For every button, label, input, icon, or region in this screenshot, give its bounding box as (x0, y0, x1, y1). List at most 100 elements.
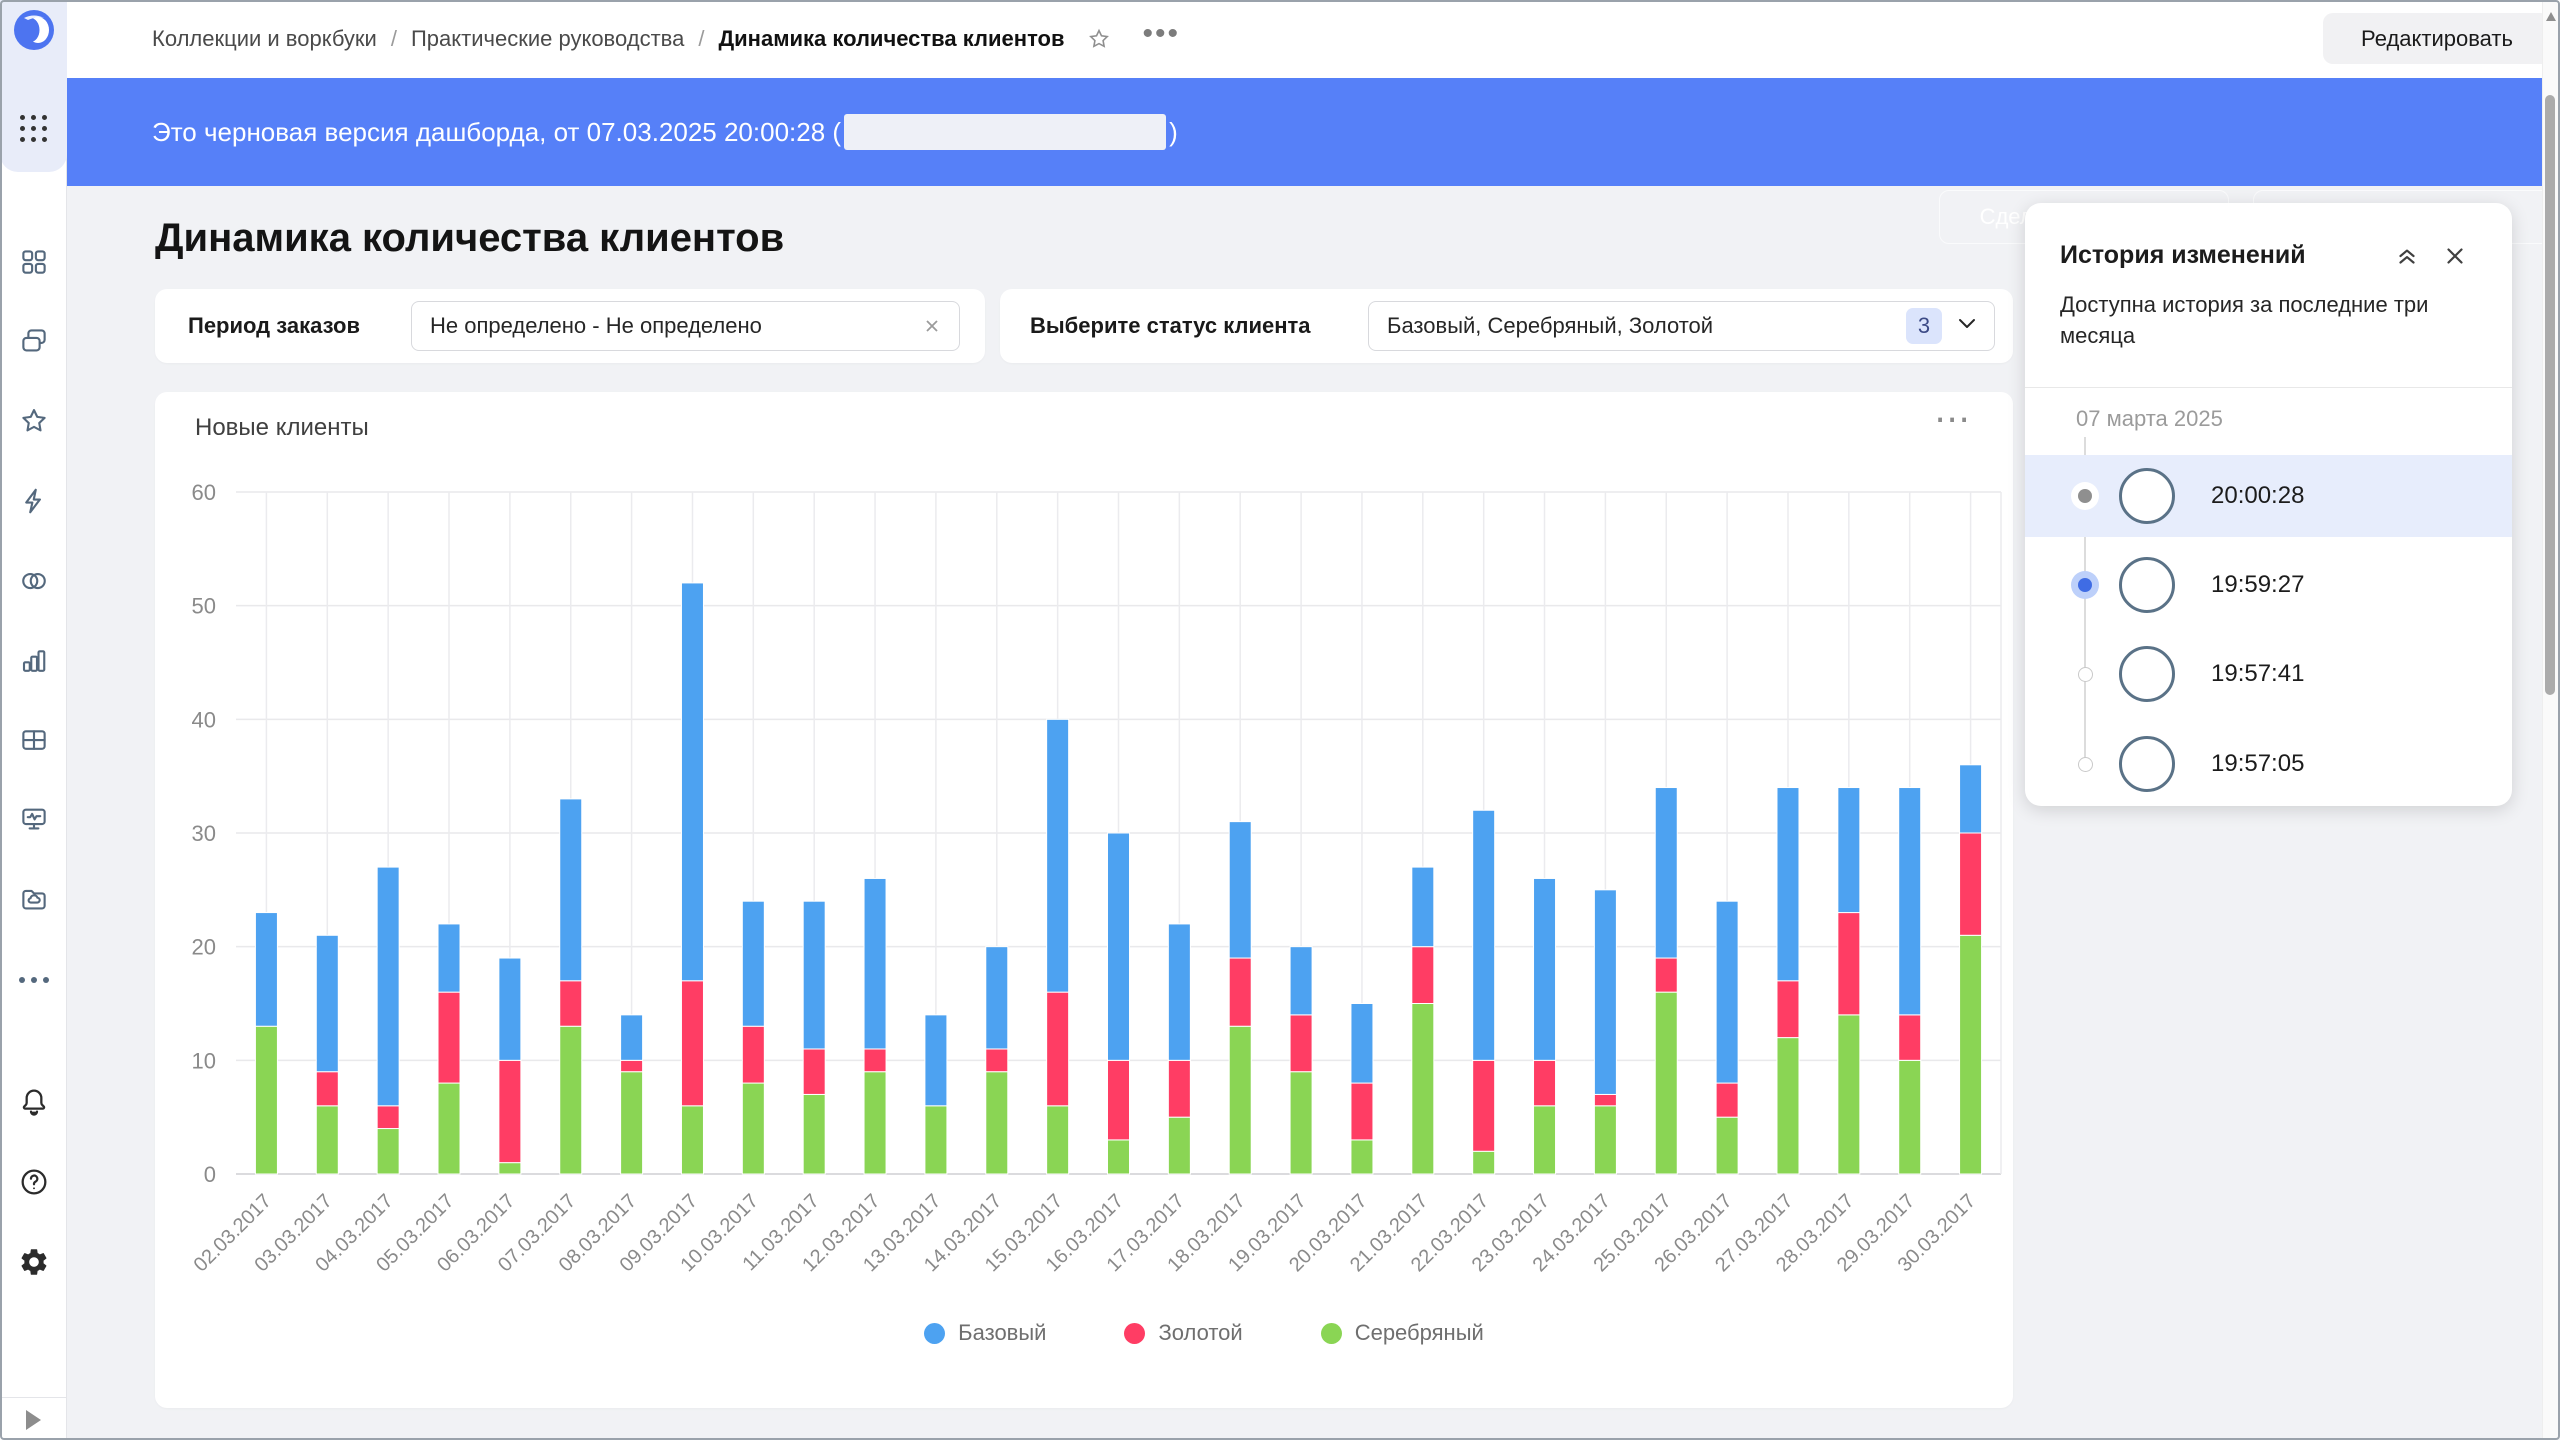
sidebar-item-workbooks[interactable] (0, 318, 67, 364)
settings-button[interactable] (0, 1239, 67, 1285)
period-filter-value: Не определено - Не определено (412, 313, 921, 339)
legend-dot-red (1124, 1323, 1145, 1344)
period-filter-input[interactable]: Не определено - Не определено (411, 301, 960, 351)
history-date-group: 07 марта 2025 (2076, 406, 2223, 432)
table-icon (19, 725, 49, 755)
clear-icon[interactable] (921, 315, 943, 337)
page-title: Динамика количества клиентов (155, 216, 784, 261)
bell-icon (18, 1086, 50, 1118)
breadcrumb-separator: / (391, 26, 397, 52)
sidebar-item-dashboards[interactable] (0, 796, 67, 842)
svg-text:10: 10 (192, 1048, 216, 1073)
history-entry[interactable]: 19:57:05 (2025, 723, 2512, 805)
redacted-author-box (844, 114, 1166, 150)
notifications-button[interactable] (0, 1079, 67, 1125)
monitor-pulse-icon (19, 804, 49, 834)
divider (2025, 387, 2512, 388)
grid-squares-icon (19, 247, 49, 277)
history-panel: История изменений Доступна история за по… (2025, 203, 2512, 806)
status-filter-value: Базовый, Серебряный, Золотой (1369, 313, 1906, 339)
edit-button[interactable]: Редактировать (2323, 13, 2551, 64)
breadcrumb-guides[interactable]: Практические руководства (411, 26, 684, 52)
ellipsis-icon (19, 977, 49, 983)
legend-item-silver[interactable]: Серебряный (1321, 1320, 1484, 1346)
legend-dot-green (1321, 1323, 1342, 1344)
two-circles-icon (19, 566, 49, 596)
sidebar-item-more[interactable] (0, 957, 67, 1003)
status-filter-label: Выберите статус клиента (1030, 313, 1311, 339)
status-count-badge: 3 (1906, 308, 1942, 344)
svg-text:0: 0 (204, 1162, 216, 1187)
question-circle-icon (18, 1166, 50, 1198)
filter-status-card: Выберите статус клиента Базовый, Серебря… (1000, 289, 2013, 363)
chart-card: 010203040506002.03.201703.03.201704.03.2… (155, 392, 2013, 1408)
play-arrow-icon (26, 1410, 41, 1430)
history-entry-time: 19:57:05 (2211, 750, 2304, 778)
stacked-bar-chart[interactable]: 010203040506002.03.201703.03.201704.03.2… (155, 392, 2013, 1408)
close-icon[interactable] (2442, 243, 2468, 269)
sidebar-item-storage[interactable] (0, 876, 67, 922)
banner-text-suffix: ) (1169, 117, 1178, 148)
history-entry[interactable]: 19:57:41 (2025, 633, 2512, 715)
chart-title: Новые клиенты (195, 414, 369, 442)
draft-version-banner: Это черновая версия дашборда, от 07.03.2… (67, 78, 2560, 186)
bar-chart-icon (19, 646, 49, 676)
sidebar-item-editor[interactable] (0, 478, 67, 524)
avatar (2119, 646, 2175, 702)
sidebar-expand-button[interactable] (0, 1402, 67, 1438)
avatar (2119, 557, 2175, 613)
datalens-logo-icon[interactable] (13, 9, 55, 51)
banner-text-prefix: Это черновая версия дашборда, от 07.03.2… (152, 117, 841, 148)
breadcrumb-more-button[interactable]: ••• (1143, 34, 1181, 44)
status-filter-select[interactable]: Базовый, Серебряный, Золотой 3 (1368, 301, 1995, 351)
sidebar-item-favorites[interactable] (0, 398, 67, 444)
svg-text:40: 40 (192, 707, 216, 732)
legend-item-gold[interactable]: Золотой (1124, 1320, 1242, 1346)
gear-icon (18, 1246, 50, 1278)
history-entry-time: 19:57:41 (2211, 660, 2304, 688)
top-header: Коллекции и воркбуки / Практические руко… (67, 0, 2560, 78)
svg-text:20: 20 (192, 935, 216, 960)
timeline-dot-current[interactable] (2071, 482, 2099, 510)
svg-text:30: 30 (192, 821, 216, 846)
timeline-dot[interactable] (2078, 667, 2093, 682)
legend-label: Серебряный (1355, 1320, 1484, 1346)
timeline-dot-selected[interactable] (2071, 571, 2099, 599)
chevron-down-icon[interactable] (1956, 317, 1978, 336)
star-icon (19, 406, 49, 436)
breadcrumb: Коллекции и воркбуки / Практические руко… (152, 0, 1180, 78)
history-entry[interactable]: 19:59:27 (2025, 544, 2512, 626)
timeline-dot[interactable] (2078, 757, 2093, 772)
collapse-icon[interactable] (2394, 243, 2420, 269)
legend-label: Золотой (1158, 1320, 1242, 1346)
folders-copy-icon (19, 326, 49, 356)
history-subtitle: Доступна история за последние три месяца (2060, 289, 2450, 351)
scroll-up-arrow[interactable] (2546, 12, 2556, 21)
lightning-icon (19, 486, 49, 516)
favorite-star-button[interactable] (1087, 27, 1111, 51)
chart-legend: Базовый Золотой Серебряный (275, 1320, 2013, 1346)
history-entry[interactable]: 20:00:28 (2025, 455, 2512, 537)
sidebar-item-connections[interactable] (0, 558, 67, 604)
avatar (2119, 736, 2175, 792)
sidebar (0, 0, 67, 1440)
avatar (2119, 468, 2175, 524)
folder-cloud-icon (19, 884, 49, 914)
scrollbar-thumb[interactable] (2545, 95, 2555, 695)
filter-period-card: Период заказов Не определено - Не опреде… (155, 289, 985, 363)
svg-text:50: 50 (192, 594, 216, 619)
help-button[interactable] (0, 1159, 67, 1205)
chart-menu-button[interactable]: ⋯ (1934, 398, 1971, 440)
legend-item-basic[interactable]: Базовый (924, 1320, 1046, 1346)
history-entry-time: 19:59:27 (2211, 571, 2304, 599)
history-panel-title: История изменений (2060, 241, 2306, 270)
breadcrumb-collections[interactable]: Коллекции и воркбуки (152, 26, 377, 52)
sidebar-divider (0, 1397, 66, 1398)
sidebar-item-charts[interactable] (0, 638, 67, 684)
history-entry-time: 20:00:28 (2211, 482, 2304, 510)
legend-dot-blue (924, 1323, 945, 1344)
breadcrumb-separator: / (698, 26, 704, 52)
apps-grid-icon[interactable] (0, 106, 67, 150)
sidebar-item-collections[interactable] (0, 239, 67, 285)
sidebar-item-datasets[interactable] (0, 717, 67, 763)
